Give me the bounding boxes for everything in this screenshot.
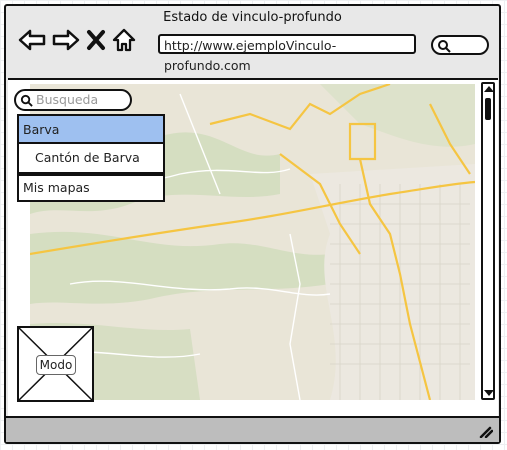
- map-mode-panel[interactable]: Modo: [17, 326, 94, 402]
- result-item-canton-de-barva[interactable]: Cantón de Barva: [19, 144, 163, 172]
- vertical-scrollbar[interactable]: [481, 82, 495, 400]
- window-title: Estado de vinculo-profundo: [163, 10, 342, 25]
- search-icon: [20, 94, 33, 107]
- scroll-thumb[interactable]: [485, 98, 491, 120]
- url-field[interactable]: http://www.ejemploVinculo-profundo.com: [158, 34, 416, 73]
- scroll-up-icon[interactable]: [484, 86, 494, 92]
- my-maps-button[interactable]: Mis mapas: [17, 174, 165, 202]
- status-bar: [6, 416, 499, 442]
- map-search-input[interactable]: Busqueda: [14, 89, 132, 111]
- arrow-left-icon[interactable]: [18, 28, 46, 52]
- home-icon[interactable]: [112, 28, 136, 52]
- scroll-down-icon[interactable]: [484, 390, 494, 396]
- search-results-list: Barva Cantón de Barva: [17, 114, 165, 174]
- resize-grip-icon[interactable]: [477, 424, 493, 438]
- result-item-barva[interactable]: Barva: [19, 116, 163, 144]
- arrow-right-icon[interactable]: [52, 28, 80, 52]
- browser-search-field[interactable]: [431, 35, 489, 55]
- search-icon: [438, 40, 451, 53]
- x-icon[interactable]: [86, 28, 106, 52]
- mode-button[interactable]: Modo: [36, 355, 76, 375]
- nav-buttons: [18, 28, 136, 52]
